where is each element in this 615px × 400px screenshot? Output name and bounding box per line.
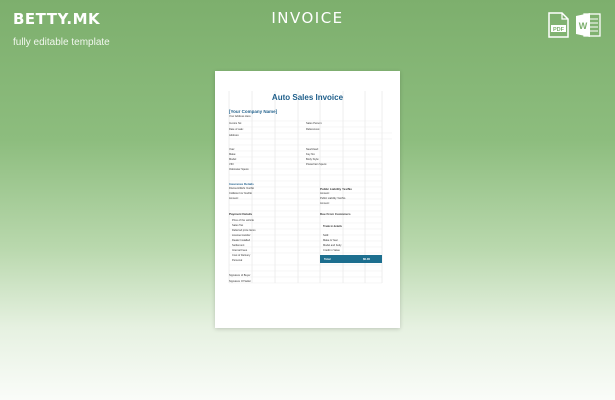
pay-item: Price of the vehicle bbox=[232, 219, 254, 222]
pay-item: Cost of Delivery bbox=[232, 254, 251, 257]
body-style-label: Body Style: bbox=[306, 158, 320, 161]
due-heading: Due From Customers bbox=[320, 212, 351, 216]
pay-item: Internal Fees bbox=[232, 249, 248, 252]
word-label: W bbox=[579, 21, 588, 31]
pay-item: Personal bbox=[232, 259, 243, 262]
payment-heading: Payment Details bbox=[229, 212, 253, 216]
signature-seller: Signature Of Seller bbox=[229, 280, 251, 283]
invoice-no-label: Invoice No: bbox=[229, 122, 242, 125]
pdf-icon[interactable]: PDF bbox=[548, 12, 569, 38]
vin-label: VIN: bbox=[229, 163, 235, 166]
liability-line-3: Public Liability Yes/No bbox=[320, 197, 346, 200]
model-label: Model: bbox=[229, 158, 237, 161]
pay-item: Sales Tax bbox=[232, 224, 244, 227]
insurance-line-2: Collision Ins Yes/No bbox=[229, 192, 252, 195]
insurance-heading: Insurance Details bbox=[229, 182, 254, 186]
trade-item: Model and body bbox=[323, 244, 342, 247]
liability-line-4: Amount: bbox=[320, 202, 330, 205]
company-name: [Your Company Name] bbox=[229, 109, 278, 114]
brand-tagline: fully editable template bbox=[13, 37, 110, 48]
page-title: INVOICE bbox=[271, 9, 344, 27]
trade-item: Sold: bbox=[323, 234, 329, 237]
signature-buyer: Signature of Buyer bbox=[229, 274, 251, 277]
pay-item: License transfer bbox=[232, 234, 251, 237]
liability-line-2: Amount: bbox=[320, 192, 330, 195]
company-address: Your Address Here bbox=[229, 115, 251, 118]
new-used-label: New/Used: bbox=[306, 148, 319, 151]
invoice-preview[interactable]: Auto Sales Invoice [Your Company Name] Y… bbox=[215, 71, 400, 328]
sales-person-label: Sales Person: bbox=[306, 122, 323, 125]
word-icon[interactable]: W bbox=[576, 12, 601, 38]
year-label: Year: bbox=[229, 148, 235, 151]
powertrain-label: Powertrain Specs: bbox=[306, 163, 328, 166]
pay-item: Dealer Installed bbox=[232, 239, 251, 242]
total-bar: Total $0.00 bbox=[320, 255, 382, 263]
make-label: Make: bbox=[229, 153, 237, 156]
trade-heading: Trade in details bbox=[323, 225, 342, 228]
pdf-label: PDF bbox=[553, 27, 565, 33]
date-of-sale-label: Date of sale: bbox=[229, 128, 244, 131]
invoice-title: Auto Sales Invoice bbox=[271, 93, 344, 102]
total-label: Total bbox=[324, 257, 331, 261]
insurance-line-1: Discount/Refs Yes/No bbox=[229, 187, 255, 190]
total-value: $0.00 bbox=[363, 257, 370, 261]
pay-item: Settlement bbox=[232, 244, 245, 247]
address-label: Address: bbox=[229, 134, 240, 137]
trade-item: Credit in Value bbox=[323, 249, 340, 252]
odometer-label: Odometer Specs: bbox=[229, 168, 250, 171]
liability-line-1: Public Liability Yes/No bbox=[320, 187, 352, 191]
insurance-line-3: Amount: bbox=[229, 197, 239, 200]
key-no-label: Key No: bbox=[306, 153, 316, 156]
trade-item: Make & Year bbox=[323, 239, 338, 242]
references-label: References: bbox=[306, 128, 320, 131]
pay-item: Deferred price Items bbox=[232, 229, 256, 232]
